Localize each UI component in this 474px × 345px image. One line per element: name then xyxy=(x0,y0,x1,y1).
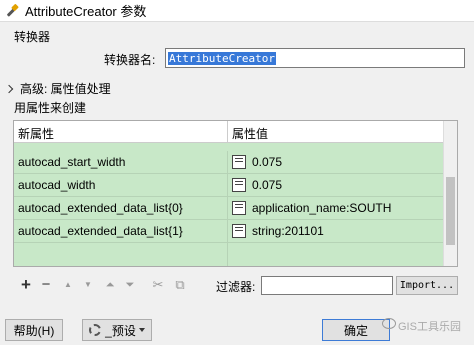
advanced-section-toggle[interactable]: 高级: 属性值处理 xyxy=(4,80,111,97)
move-bottom-icon[interactable]: ⏷ xyxy=(121,276,139,294)
transformer-name-input[interactable]: AttributeCreator xyxy=(165,48,465,68)
table-row[interactable]: autocad_start_width 0.075 xyxy=(14,151,444,174)
attribute-value-cell[interactable]: application_name:SOUTH xyxy=(252,201,391,215)
table-row-empty[interactable] xyxy=(14,243,444,266)
gear-icon xyxy=(89,324,102,336)
help-button[interactable]: 帮助(H) xyxy=(5,319,63,341)
column-divider xyxy=(227,197,228,220)
move-top-icon[interactable]: ⏶ xyxy=(101,276,119,294)
transformer-name-value: AttributeCreator xyxy=(168,52,276,65)
import-button[interactable]: Import... xyxy=(396,276,458,295)
copy-icon[interactable]: ⧉ xyxy=(171,276,189,294)
attribute-name-cell[interactable]: autocad_start_width xyxy=(18,155,125,169)
advanced-section-label: 高级: 属性值处理 xyxy=(20,82,111,96)
ok-button-label: 确定 xyxy=(343,323,368,338)
table-row[interactable]: autocad_width 0.075 xyxy=(14,174,444,197)
filter-input[interactable] xyxy=(261,276,393,295)
table-toolbar: + − ▲ ▼ ⏶ ⏷ ✂ ⧉ 过滤器: Import... xyxy=(13,274,458,296)
value-editor-icon[interactable] xyxy=(232,201,246,215)
scrollbar-thumb[interactable] xyxy=(446,177,455,245)
fme-transformer-icon xyxy=(5,4,19,18)
table-header: 新属性 属性值 xyxy=(14,121,444,143)
wechat-icon xyxy=(382,318,396,329)
help-button-label: 帮助(H) xyxy=(13,323,55,338)
column-header-new-attribute[interactable]: 新属性 xyxy=(18,125,54,142)
table-scrollbar[interactable] xyxy=(443,121,457,266)
table-row[interactable]: autocad_extended_data_list{0} applicatio… xyxy=(14,197,444,220)
chevron-right-icon xyxy=(4,84,14,93)
table-row[interactable]: autocad_extended_data_list{1} string:201… xyxy=(14,220,444,243)
table-body: autocad_start_width 0.075 autocad_width … xyxy=(14,143,444,266)
value-editor-icon[interactable] xyxy=(232,224,246,238)
title-bar: AttributeCreator 参数 xyxy=(0,0,474,22)
new-attributes-group-label: 用属性来创建 xyxy=(14,101,87,115)
column-divider xyxy=(227,174,228,197)
move-down-icon[interactable]: ▼ xyxy=(79,276,97,294)
value-editor-icon[interactable] xyxy=(232,178,246,192)
transformer-group-label: 转换器 xyxy=(14,30,51,44)
attribute-name-cell[interactable]: autocad_width xyxy=(18,178,95,192)
window-title: AttributeCreator 参数 xyxy=(25,4,147,19)
attribute-table: 新属性 属性值 autocad_start_width 0.075 autoca… xyxy=(13,120,458,267)
preset-button-label: _预设 xyxy=(105,323,136,338)
attribute-value-cell[interactable]: 0.075 xyxy=(252,178,282,192)
column-divider xyxy=(227,220,228,243)
cut-icon[interactable]: ✂ xyxy=(149,276,167,294)
column-divider xyxy=(227,121,228,143)
attribute-name-cell[interactable]: autocad_extended_data_list{0} xyxy=(18,201,183,215)
column-header-attribute-value[interactable]: 属性值 xyxy=(232,125,268,142)
move-up-icon[interactable]: ▲ xyxy=(59,276,77,294)
attribute-value-cell[interactable]: string:201101 xyxy=(252,224,324,238)
watermark-text: GIS工具乐园 xyxy=(398,321,461,333)
value-editor-icon[interactable] xyxy=(232,155,246,169)
chevron-down-icon xyxy=(138,328,145,332)
preset-button[interactable]: _预设 xyxy=(82,319,152,341)
filter-label: 过滤器: xyxy=(216,280,256,294)
import-button-label: Import... xyxy=(399,280,455,291)
add-icon[interactable]: + xyxy=(17,276,35,294)
remove-icon[interactable]: − xyxy=(37,276,55,294)
ok-button[interactable]: 确定 xyxy=(322,319,390,341)
attribute-name-cell[interactable]: autocad_extended_data_list{1} xyxy=(18,224,183,238)
transformer-name-label: 转换器名: xyxy=(104,53,156,67)
column-divider xyxy=(227,151,228,174)
column-divider xyxy=(227,243,228,266)
attribute-value-cell[interactable]: 0.075 xyxy=(252,155,282,169)
transformer-name-row: 转换器名: AttributeCreator xyxy=(0,48,474,70)
